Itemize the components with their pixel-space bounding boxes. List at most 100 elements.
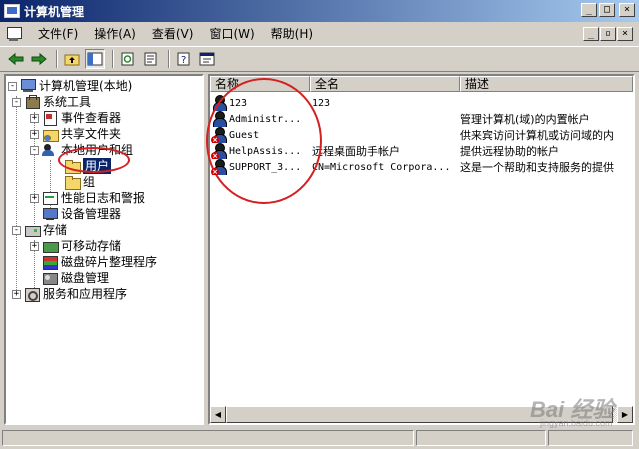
table-row[interactable]: × SUPPORT_3... CN=Microsoft Corpora... 这是…: [210, 158, 633, 176]
scroll-left-button[interactable]: ◀: [210, 406, 226, 423]
user-name: HelpAssis...: [229, 145, 302, 157]
list-header: 名称 全名 描述: [210, 76, 633, 92]
minimize-button[interactable]: _: [581, 3, 597, 17]
maximize-button[interactable]: □: [599, 3, 615, 17]
child-minimize-button[interactable]: _: [583, 27, 599, 41]
user-icon: [212, 95, 227, 111]
menu-view[interactable]: 查看(V): [144, 24, 202, 44]
tree-item-disk-defragmenter[interactable]: 磁盘碎片整理程序: [42, 254, 157, 270]
tree-item-groups[interactable]: 组: [64, 174, 95, 190]
user-name: 123: [229, 97, 248, 109]
expand-toggle-icon[interactable]: +: [30, 129, 39, 139]
expand-toggle-icon[interactable]: +: [12, 289, 21, 299]
properties-button[interactable]: [197, 49, 217, 69]
toolbar-separator: [168, 50, 170, 68]
disabled-user-icon: ×: [211, 143, 227, 159]
tree-item-removable-storage[interactable]: + 可移动存储: [30, 238, 121, 254]
menu-bar: 文件(F) 操作(A) 查看(V) 窗口(W) 帮助(H) _ ▫ ×: [0, 22, 639, 46]
collapse-toggle-icon[interactable]: -: [8, 81, 17, 91]
child-close-button[interactable]: ×: [617, 27, 633, 41]
up-one-level-button[interactable]: [62, 49, 82, 69]
properties-icon: [199, 52, 215, 66]
refresh-button[interactable]: [118, 49, 138, 69]
folder-up-icon: [64, 54, 80, 66]
menu-action[interactable]: 操作(A): [86, 24, 144, 44]
tree-item-shared-folders[interactable]: + 共享文件夹: [30, 126, 121, 142]
expand-toggle-icon[interactable]: +: [30, 113, 39, 123]
expand-toggle-icon[interactable]: +: [30, 241, 39, 251]
help-button[interactable]: ?: [174, 49, 194, 69]
column-header-fullname[interactable]: 全名: [310, 76, 460, 92]
tree-item-label: 存储: [43, 223, 68, 237]
back-arrow-icon: [8, 52, 24, 66]
tree-item-label: 服务和应用程序: [43, 287, 128, 301]
disabled-user-icon: ×: [211, 127, 227, 143]
console-tree-icon: [87, 52, 103, 66]
toolbar: ?: [0, 46, 639, 72]
user-fullname: CN=Microsoft Corpora...: [312, 161, 451, 173]
child-restore-button[interactable]: ▫: [600, 27, 616, 41]
tree-item-computer-management[interactable]: - 计算机管理(本地): [8, 78, 132, 94]
svg-text:?: ?: [181, 55, 186, 66]
services-icon: [24, 287, 40, 302]
tree-item-label: 用户: [83, 158, 112, 174]
user-list-pane[interactable]: 名称 全名 描述 123 123 Administr... 管理计算机(域)的内…: [208, 74, 635, 425]
title-bar[interactable]: 计算机管理 _ □ ×: [0, 0, 639, 22]
menu-file[interactable]: 文件(F): [30, 24, 86, 44]
disk-management-icon: [42, 271, 58, 285]
tree-item-users[interactable]: 用户: [64, 158, 112, 174]
computer-management-app-icon[interactable]: [4, 4, 20, 18]
defrag-icon: [42, 255, 58, 270]
user-name: SUPPORT_3...: [229, 161, 302, 173]
show-hide-console-tree-button[interactable]: [85, 49, 105, 69]
collapse-toggle-icon[interactable]: -: [12, 97, 21, 107]
tree-item-performance-logs[interactable]: + 性能日志和警报: [30, 190, 145, 206]
column-header-name[interactable]: 名称: [210, 76, 310, 92]
tree-item-label: 计算机管理(本地): [39, 79, 133, 93]
user-fullname: 123: [312, 97, 331, 109]
tree-item-label: 系统工具: [43, 95, 92, 109]
export-list-button[interactable]: [141, 49, 161, 69]
help-icon: ?: [177, 52, 190, 66]
device-manager-icon: [42, 207, 58, 221]
user-name: Administr...: [229, 113, 302, 125]
tree-item-event-viewer[interactable]: + 事件查看器: [30, 110, 121, 126]
status-pane: [416, 430, 546, 446]
back-button[interactable]: [6, 49, 26, 69]
disabled-user-icon: ×: [211, 159, 227, 175]
menu-window[interactable]: 窗口(W): [201, 24, 262, 44]
folder-icon: [64, 175, 81, 190]
toolbar-separator: [112, 50, 114, 68]
tree-item-disk-management[interactable]: 磁盘管理: [42, 270, 109, 286]
user-description: 这是一个帮助和支持服务的提供: [460, 161, 614, 174]
removable-storage-icon: [42, 239, 59, 253]
mmc-document-icon[interactable]: [6, 26, 24, 42]
menu-help[interactable]: 帮助(H): [263, 24, 321, 44]
tree-item-local-users-groups[interactable]: - 本地用户和组: [30, 142, 133, 158]
collapse-toggle-icon[interactable]: -: [12, 225, 21, 235]
tree-item-system-tools[interactable]: - 系统工具: [12, 94, 91, 110]
console-tree[interactable]: - 计算机管理(本地) - 系统工具 + 事件查看器 + 共享文件夹 - 本地用…: [4, 74, 204, 425]
tree-item-label: 性能日志和警报: [61, 191, 146, 205]
collapse-toggle-icon[interactable]: -: [30, 145, 39, 155]
user-fullname: 远程桌面助手帐户: [312, 145, 400, 158]
computer-icon: [20, 79, 36, 93]
scroll-right-button[interactable]: ▶: [617, 406, 633, 423]
tree-item-storage[interactable]: - 存储: [12, 222, 67, 238]
toolbar-separator: [56, 50, 58, 68]
tree-item-device-manager[interactable]: 设备管理器: [42, 206, 121, 222]
close-button[interactable]: ×: [619, 3, 635, 17]
column-header-description[interactable]: 描述: [460, 76, 633, 92]
user-description: 供来宾访问计算机或访问域的内: [460, 129, 614, 142]
user-description: 管理计算机(域)的内置帐户: [460, 113, 590, 126]
tree-item-label: 磁盘管理: [61, 271, 110, 285]
expand-toggle-icon[interactable]: +: [30, 193, 39, 203]
tree-item-label: 本地用户和组: [61, 143, 134, 157]
forward-arrow-icon: [31, 52, 47, 66]
tree-item-services-applications[interactable]: + 服务和应用程序: [12, 286, 127, 302]
tree-item-label: 设备管理器: [61, 207, 122, 221]
forward-button[interactable]: [29, 49, 49, 69]
toolbox-icon: [24, 95, 40, 109]
tree-item-label: 磁盘碎片整理程序: [61, 255, 158, 269]
main-content: - 计算机管理(本地) - 系统工具 + 事件查看器 + 共享文件夹 - 本地用…: [4, 74, 635, 425]
